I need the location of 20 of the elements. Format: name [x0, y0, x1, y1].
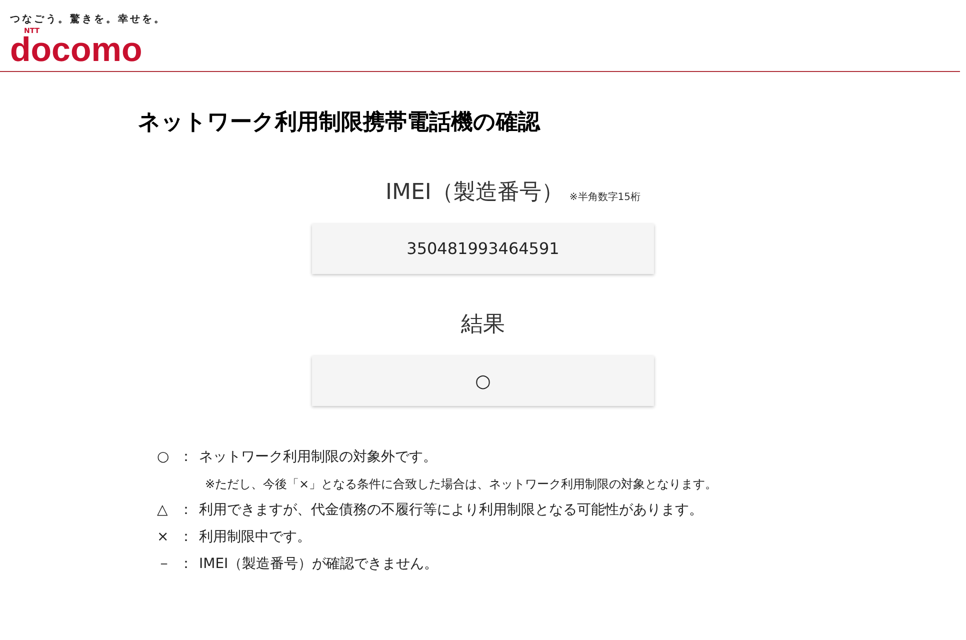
legend-separator: ： — [179, 501, 194, 520]
legend-symbol: × — [157, 528, 170, 547]
legend-separator: ： — [179, 528, 194, 547]
legend-symbol: ○ — [157, 448, 170, 467]
imei-value-field: 350481993464591 — [312, 224, 654, 274]
legend-text: IMEI（製造番号）が確認できません。 — [199, 555, 438, 574]
legend-separator: ： — [179, 448, 194, 467]
legend-text: 利用制限中です。 — [199, 528, 311, 547]
result-label: 結果 — [461, 311, 505, 339]
field-hint: ※半角数字15桁 — [569, 190, 640, 205]
page-title: ネットワーク利用制限携帯電話機の確認 — [138, 109, 542, 137]
legend-symbol: － — [157, 555, 172, 574]
legend-text: 利用できますが、代金債務の不履行等により利用制限となる可能性があります。 — [199, 501, 703, 520]
field-label: IMEI（製造番号） — [386, 179, 564, 207]
legend-symbol: △ — [157, 501, 169, 520]
slogan: つなごう。驚きを。幸せを。 — [10, 13, 167, 27]
legend-note: ※ただし、今後「×」となる条件に合致した場合は、ネットワーク利用制限の対象となります。 — [205, 476, 718, 493]
legend-text: ネットワーク利用制限の対象外です。 — [199, 448, 437, 467]
result-value-field: ○ — [312, 356, 654, 406]
legend-separator: ： — [179, 555, 194, 574]
